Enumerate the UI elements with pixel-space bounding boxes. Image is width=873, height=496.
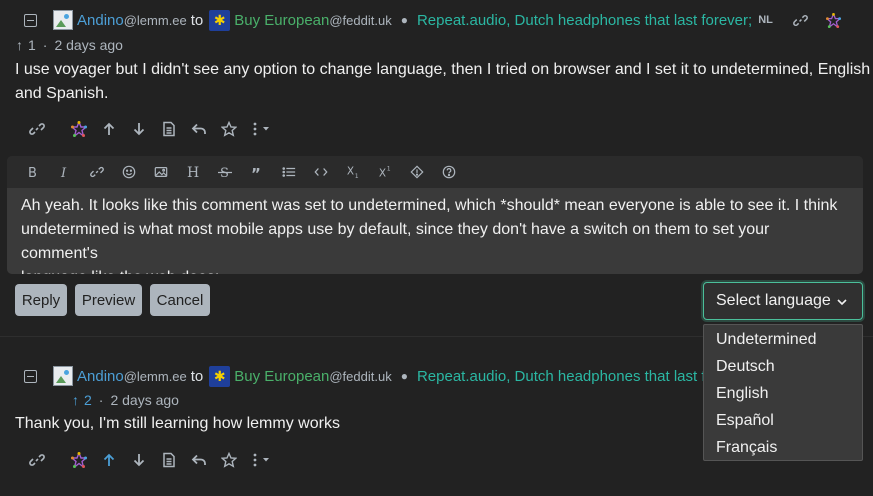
reply-icon[interactable] xyxy=(189,450,209,470)
score: 2 xyxy=(84,392,92,408)
comment-editor: B I H S ” X1 X1 Ah yeah. It looks like t… xyxy=(7,156,863,274)
fediverse-icon[interactable] xyxy=(69,119,89,139)
to-label: to xyxy=(190,11,204,29)
upvote-score-arrow: ↑ xyxy=(16,37,23,53)
editor-toolbar: B I H S ” X1 X1 xyxy=(7,156,863,188)
svg-text:1: 1 xyxy=(355,173,359,179)
collapse-icon[interactable] xyxy=(24,13,37,27)
separator: · xyxy=(42,37,48,53)
language-dropdown: Undetermined Deutsch English Español Fra… xyxy=(703,324,863,461)
comment-body-line: I use voyager but I didn't see any optio… xyxy=(15,61,871,78)
language-option-deutsch[interactable]: Deutsch xyxy=(704,353,862,380)
textarea-line: language like the web does: xyxy=(21,266,849,274)
to-label: to xyxy=(190,367,204,385)
comment-header: Andino @lemm.ee to ✱ Buy European @feddi… xyxy=(24,9,841,31)
score: 1 xyxy=(28,37,36,53)
link-icon[interactable] xyxy=(793,13,808,28)
textarea-line: undetermined is what most mobile apps us… xyxy=(21,221,770,262)
reply-icon[interactable] xyxy=(189,119,209,139)
fediverse-icon[interactable] xyxy=(825,12,841,28)
user-instance[interactable]: @lemm.ee xyxy=(124,369,187,384)
dot-separator: ● xyxy=(400,13,408,27)
svg-text:”: ” xyxy=(251,165,261,179)
cancel-button[interactable]: Cancel xyxy=(150,284,210,316)
star-icon[interactable] xyxy=(219,119,239,139)
code-icon[interactable] xyxy=(305,156,337,188)
upvote-score-arrow: ↑ xyxy=(72,392,79,408)
timestamp: 2 days ago xyxy=(54,37,123,53)
star-icon[interactable] xyxy=(219,450,239,470)
more-options-icon[interactable] xyxy=(249,119,277,139)
italic-icon[interactable]: I xyxy=(49,156,81,188)
timestamp: 2 days ago xyxy=(110,392,179,408)
svg-text:X: X xyxy=(347,166,354,178)
language-option-espanol[interactable]: Español xyxy=(704,407,862,434)
user-link[interactable]: Andino xyxy=(77,12,124,29)
language-option-francais[interactable]: Français xyxy=(704,434,862,461)
link-icon[interactable] xyxy=(27,450,47,470)
more-options-icon[interactable] xyxy=(249,450,277,470)
svg-text:H: H xyxy=(187,165,199,179)
chevron-down-icon xyxy=(836,295,848,313)
fediverse-icon[interactable] xyxy=(69,450,89,470)
subscript-icon[interactable]: X1 xyxy=(337,156,369,188)
svg-text:I: I xyxy=(60,166,67,179)
link-icon[interactable] xyxy=(27,119,47,139)
textarea-line: Ah yeah. It looks like this comment was … xyxy=(21,197,838,214)
comment-actions xyxy=(27,117,287,141)
upvote-icon[interactable] xyxy=(99,450,119,470)
comment-body-line: and Spanish. xyxy=(15,85,109,102)
upvote-icon[interactable] xyxy=(99,119,119,139)
svg-text:X: X xyxy=(379,167,386,179)
svg-text:B: B xyxy=(28,166,37,179)
preview-button[interactable]: Preview xyxy=(75,284,142,316)
view-source-icon[interactable] xyxy=(159,450,179,470)
language-option-english[interactable]: English xyxy=(704,380,862,407)
list-icon[interactable] xyxy=(273,156,305,188)
spoiler-icon[interactable] xyxy=(401,156,433,188)
avatar[interactable] xyxy=(53,10,73,30)
community-link[interactable]: Buy European xyxy=(234,12,329,29)
quote-icon[interactable]: ” xyxy=(241,156,273,188)
link-icon[interactable] xyxy=(81,156,113,188)
language-select[interactable]: Select language xyxy=(703,282,863,320)
community-link[interactable]: Buy European xyxy=(234,368,329,385)
avatar[interactable] xyxy=(53,366,73,386)
comment-textarea[interactable]: Ah yeah. It looks like this comment was … xyxy=(7,188,863,274)
comment-meta: ↑ 2 · 2 days ago xyxy=(72,392,179,408)
bold-icon[interactable]: B xyxy=(17,156,49,188)
comment-actions xyxy=(27,448,287,472)
view-source-icon[interactable] xyxy=(159,119,179,139)
language-select-label: Select language xyxy=(716,292,831,309)
comment-body: I use voyager but I didn't see any optio… xyxy=(15,58,870,106)
post-link[interactable]: Repeat.audio, Dutch headphones that last… xyxy=(417,368,752,385)
downvote-icon[interactable] xyxy=(129,450,149,470)
user-link[interactable]: Andino xyxy=(77,368,124,385)
language-badge: NL xyxy=(758,14,773,26)
dot-separator: ● xyxy=(400,369,408,383)
superscript-icon[interactable]: X1 xyxy=(369,156,401,188)
community-instance[interactable]: @feddit.uk xyxy=(329,369,391,384)
emoji-icon[interactable] xyxy=(113,156,145,188)
language-option-undetermined[interactable]: Undetermined xyxy=(704,326,862,353)
comment-meta: ↑ 1 · 2 days ago xyxy=(16,37,123,53)
reply-button[interactable]: Reply xyxy=(15,284,67,316)
header-icon[interactable]: H xyxy=(177,156,209,188)
community-icon[interactable]: ✱ xyxy=(209,365,231,387)
separator: · xyxy=(98,392,104,408)
comment-body: Thank you, I'm still learning how lemmy … xyxy=(15,415,340,432)
collapse-icon[interactable] xyxy=(24,369,37,383)
strikethrough-icon[interactable]: S xyxy=(209,156,241,188)
svg-text:1: 1 xyxy=(387,165,391,172)
community-instance[interactable]: @feddit.uk xyxy=(329,13,391,28)
downvote-icon[interactable] xyxy=(129,119,149,139)
post-link[interactable]: Repeat.audio, Dutch headphones that last… xyxy=(417,12,752,29)
community-icon[interactable]: ✱ xyxy=(209,9,231,31)
comment-header: Andino @lemm.ee to ✱ Buy European @feddi… xyxy=(24,365,752,387)
help-icon[interactable] xyxy=(433,156,465,188)
image-icon[interactable] xyxy=(145,156,177,188)
user-instance[interactable]: @lemm.ee xyxy=(124,13,187,28)
